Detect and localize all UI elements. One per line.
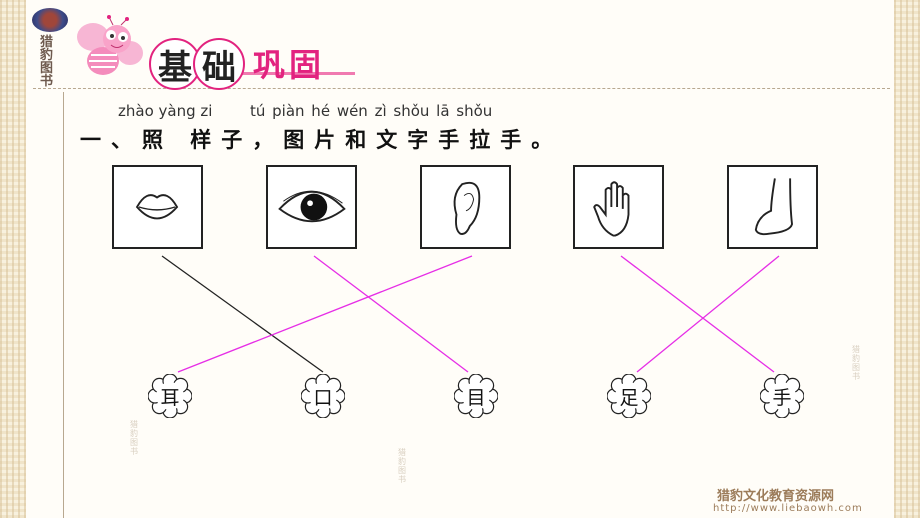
word-0[interactable]: 耳: [148, 374, 192, 418]
word-1[interactable]: 口: [301, 374, 345, 418]
word-char: 手: [772, 386, 792, 409]
word-2[interactable]: 目: [454, 374, 498, 418]
connection-lines: [161, 255, 780, 373]
word-4[interactable]: 手: [760, 374, 804, 418]
connection-line: [177, 255, 473, 373]
connection-line: [636, 255, 780, 373]
word-char: 口: [313, 386, 333, 409]
publisher-url: http://www.liebaowh.com: [713, 503, 863, 514]
connection-line: [161, 255, 324, 373]
publisher-name: 猎豹文化教育资源网: [717, 489, 835, 504]
word-char: 耳: [160, 386, 180, 409]
word-char: 足: [619, 386, 639, 409]
word-char: 目: [466, 386, 486, 409]
connection-line: [313, 255, 469, 373]
connection-line: [620, 255, 775, 373]
word-3[interactable]: 足: [607, 374, 651, 418]
